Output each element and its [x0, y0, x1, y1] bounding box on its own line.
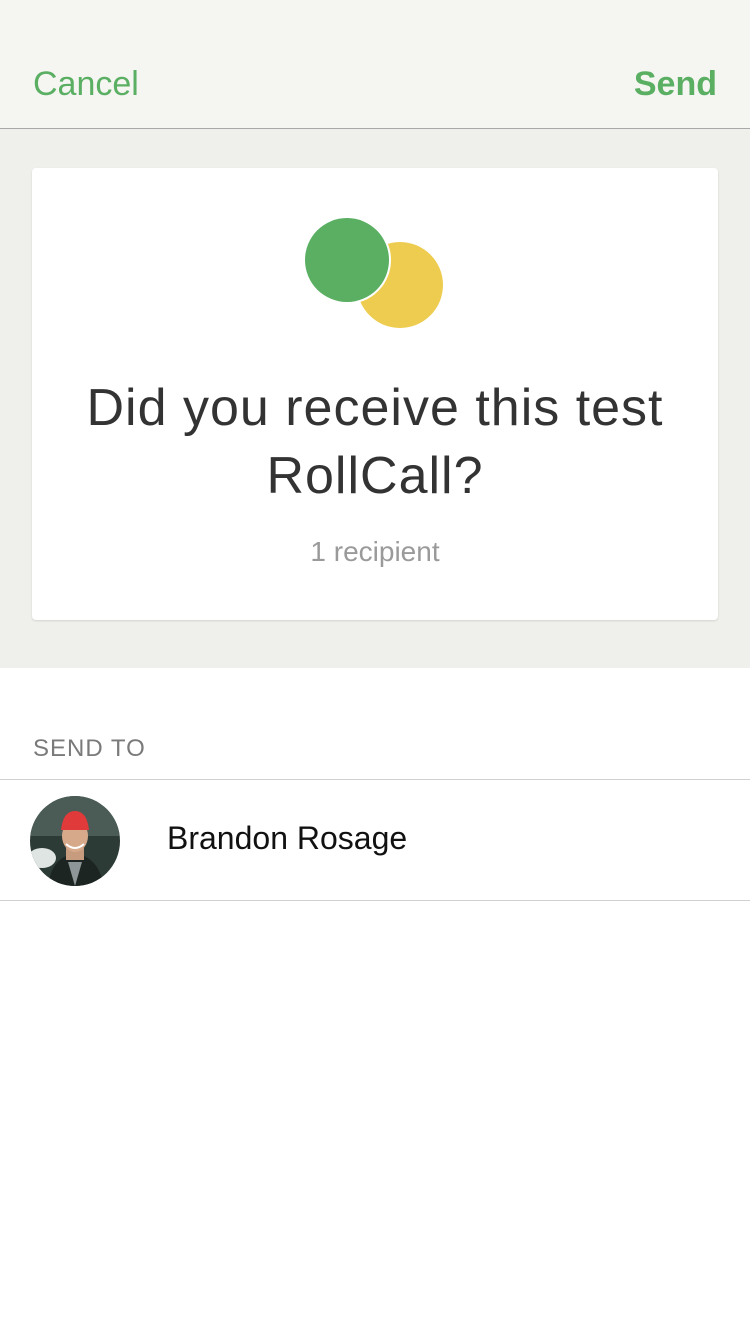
- navigation-bar: Cancel Send: [0, 0, 750, 129]
- recipient-row[interactable]: Brandon Rosage: [0, 780, 750, 900]
- recipient-count: 1 recipient: [310, 536, 440, 567]
- divider: [0, 900, 750, 901]
- rollcall-logo-icon: [304, 217, 443, 328]
- rollcall-question: Did you receive this test RollCall?: [86, 379, 664, 505]
- avatar: [30, 796, 120, 886]
- send-to-header: SEND TO: [33, 735, 146, 762]
- preview-area: Did you receive this test RollCall? 1 re…: [0, 129, 750, 668]
- recipient-name: Brandon Rosage: [167, 820, 408, 856]
- rollcall-preview-card: Did you receive this test RollCall? 1 re…: [32, 168, 718, 620]
- avatar-photo-icon: [30, 796, 120, 886]
- cancel-button[interactable]: Cancel: [33, 63, 139, 105]
- send-button[interactable]: Send: [634, 63, 717, 105]
